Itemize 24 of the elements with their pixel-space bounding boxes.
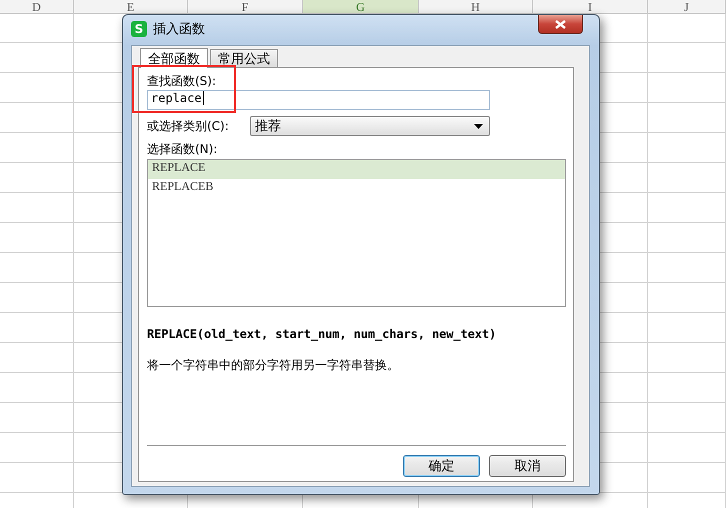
column-header[interactable]: J	[648, 0, 726, 13]
function-item[interactable]: REPLACEB	[148, 179, 565, 198]
category-dropdown[interactable]: 推荐	[250, 116, 490, 136]
dropdown-arrow-icon	[474, 124, 483, 128]
window-title: 插入函数	[153, 20, 205, 38]
close-button[interactable]	[538, 15, 583, 34]
app-icon: S	[131, 20, 147, 36]
ok-button[interactable]: 确定	[403, 455, 480, 477]
search-field[interactable]: replace	[147, 90, 490, 110]
tab[interactable]: 常用公式	[210, 49, 278, 67]
column-header[interactable]: E	[74, 0, 188, 13]
cancel-button[interactable]: 取消	[489, 455, 566, 477]
field-label: 查找函数(S):	[147, 74, 218, 89]
column-header[interactable]: G	[303, 0, 419, 13]
tab[interactable]: 全部函数	[140, 48, 208, 68]
field-label: 或选择类别(C):	[147, 118, 230, 134]
column-header[interactable]: D	[0, 0, 74, 13]
close-icon	[555, 20, 566, 28]
column-header[interactable]: H	[419, 0, 533, 13]
column-header[interactable]: I	[533, 0, 648, 13]
function-signature: REPLACE(old_text, start_num, num_chars, new_text)	[147, 327, 498, 342]
function-description: 将一个字符串中的部分字符用另一字符串替换。	[147, 357, 400, 373]
function-item[interactable]: REPLACE	[148, 160, 565, 179]
field-label: 选择函数(N):	[147, 142, 218, 157]
